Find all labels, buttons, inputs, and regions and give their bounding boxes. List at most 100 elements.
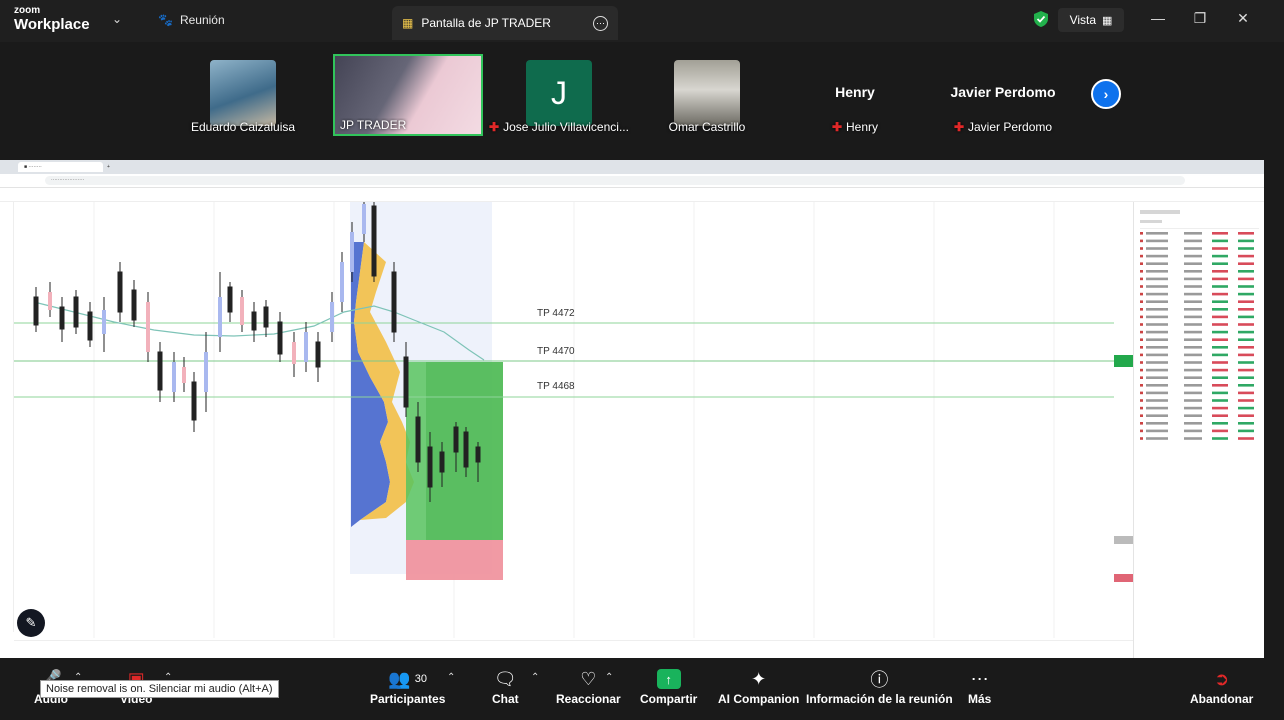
participant-big-name: Javier Perdomo bbox=[950, 84, 1056, 100]
watchlist-cell bbox=[1212, 247, 1228, 250]
share-button[interactable]: ↑ Compartir bbox=[640, 666, 697, 706]
watchlist-cell bbox=[1140, 361, 1143, 364]
watchlist-cell bbox=[1140, 247, 1143, 250]
shared-screen[interactable]: ■ ········ + ···················· TP 447… bbox=[0, 160, 1264, 658]
share-screen-tab[interactable]: ▦ Pantalla de JP TRADER ⋯ bbox=[392, 6, 618, 40]
leave-button[interactable]: ➲ Abandonar bbox=[1190, 666, 1253, 707]
watchlist-cell bbox=[1184, 270, 1202, 273]
watchlist-cell bbox=[1184, 277, 1202, 281]
logo-line2: Workplace bbox=[14, 16, 90, 33]
participant-tile[interactable]: Javier Perdomo ✚ Javier Perdomo bbox=[928, 54, 1078, 136]
paw-icon: 🐾 bbox=[158, 13, 173, 27]
watchlist-cell bbox=[1184, 429, 1202, 433]
watchlist-cell bbox=[1184, 422, 1202, 425]
chevron-up-icon[interactable]: ⌃ bbox=[531, 672, 539, 683]
watchlist-cell bbox=[1140, 239, 1143, 243]
chevron-up-icon[interactable]: ⌃ bbox=[605, 672, 613, 683]
watchlist-cell bbox=[1238, 323, 1254, 326]
more-options-icon[interactable]: ⋯ bbox=[593, 15, 608, 31]
pencil-icon[interactable]: ✎ bbox=[17, 609, 45, 637]
watchlist-cell bbox=[1140, 376, 1143, 379]
watchlist-cell bbox=[1238, 270, 1254, 273]
browser-tab: ■ ········ bbox=[18, 162, 103, 172]
watchlist-cell bbox=[1184, 384, 1202, 387]
more-button[interactable]: ⋯ Más bbox=[968, 666, 991, 707]
watchlist-cell bbox=[1146, 247, 1168, 250]
share-label: Compartir bbox=[640, 692, 698, 706]
watchlist-cell bbox=[1140, 300, 1143, 303]
leave-icon: ➲ bbox=[1214, 668, 1230, 689]
watchlist-cell bbox=[1184, 346, 1202, 349]
watchlist-cell bbox=[1212, 384, 1228, 387]
next-page-button[interactable]: › bbox=[1091, 79, 1121, 109]
watchlist-cell bbox=[1146, 353, 1168, 357]
watchlist-cell bbox=[1140, 315, 1143, 319]
mic-muted-icon: ✚ bbox=[831, 120, 843, 134]
watchlist-cell bbox=[1212, 270, 1228, 273]
avatar-initial: J bbox=[551, 74, 567, 111]
tp-label: TP 4470 bbox=[537, 346, 575, 357]
meeting-info-button[interactable]: ⓘ Información de la reunión bbox=[806, 666, 953, 706]
audio-tooltip: Noise removal is on. Silenciar mi audio … bbox=[40, 680, 279, 698]
restore-icon[interactable]: ❐ bbox=[1190, 10, 1210, 27]
watchlist-cell bbox=[1238, 254, 1254, 258]
participant-tile[interactable]: Omar Castrillo bbox=[632, 54, 782, 136]
zoom-logo[interactable]: zoom Workplace bbox=[14, 6, 90, 33]
watchlist-cell bbox=[1238, 285, 1254, 288]
watchlist-cell bbox=[1140, 406, 1143, 410]
watchlist-cell bbox=[1146, 346, 1168, 349]
watchlist-cell bbox=[1212, 391, 1228, 395]
watchlist-cell bbox=[1238, 315, 1254, 319]
participant-tile[interactable]: Eduardo Caizaluisa bbox=[168, 54, 318, 136]
sparkle-icon: ✦ bbox=[751, 668, 767, 689]
view-button[interactable]: Vista ▦ bbox=[1058, 8, 1124, 32]
watchlist-cell bbox=[1184, 368, 1202, 372]
watchlist-cell bbox=[1212, 239, 1228, 243]
watchlist-cell bbox=[1212, 308, 1228, 311]
watchlist-cell bbox=[1140, 391, 1143, 395]
participants-button[interactable]: 👥 30 Participantes bbox=[370, 666, 445, 707]
watchlist-cell bbox=[1238, 376, 1254, 379]
watchlist-cell bbox=[1238, 292, 1254, 296]
watchlist-cell bbox=[1212, 376, 1228, 379]
watchlist-cell bbox=[1146, 308, 1168, 311]
watchlist-cell bbox=[1184, 232, 1202, 235]
react-label: Reaccionar bbox=[556, 692, 621, 706]
security-shield-icon[interactable] bbox=[1032, 10, 1050, 28]
watchlist-cell bbox=[1146, 368, 1168, 372]
participants-icon-row: 👥 30 bbox=[388, 666, 427, 692]
watchlist-cell bbox=[1140, 232, 1143, 235]
watchlist-rows bbox=[1140, 210, 1259, 440]
participant-video bbox=[674, 60, 740, 126]
chevron-down-icon[interactable]: ⌄ bbox=[112, 12, 122, 26]
meeting-menu[interactable]: 🐾 Reunión bbox=[158, 13, 225, 27]
watchlist-cell bbox=[1146, 406, 1168, 410]
watchlist-cell bbox=[1140, 292, 1143, 296]
watchlist-cell bbox=[1212, 323, 1228, 326]
participant-video bbox=[210, 60, 276, 126]
watchlist-cell bbox=[1184, 361, 1202, 364]
watchlist-cell bbox=[1146, 239, 1168, 243]
share-screen-icon: ↑ bbox=[656, 669, 681, 689]
drawing-tools-sidebar bbox=[0, 202, 14, 632]
minimize-icon[interactable]: — bbox=[1148, 10, 1168, 26]
meeting-label: Reunión bbox=[179, 13, 225, 27]
ai-companion-button[interactable]: ✦ AI Companion bbox=[718, 666, 799, 707]
info-label: Información de la reunión bbox=[806, 692, 953, 706]
watchlist-cell bbox=[1146, 376, 1168, 379]
participant-tile[interactable]: J ✚ Jose Julio Villavicenci... bbox=[484, 54, 634, 136]
chevron-up-icon[interactable]: ⌃ bbox=[447, 672, 455, 683]
watchlist-cell bbox=[1212, 338, 1228, 341]
watchlist-cell bbox=[1140, 277, 1143, 281]
people-icon: 👥 bbox=[388, 668, 411, 689]
close-icon[interactable]: ✕ bbox=[1233, 10, 1253, 27]
watchlist-cell bbox=[1146, 414, 1168, 417]
chat-button[interactable]: 🗨 Chat bbox=[492, 666, 519, 707]
watchlist-cell bbox=[1238, 239, 1254, 243]
watchlist-cell bbox=[1212, 330, 1228, 334]
participant-tile-active[interactable]: JP TRADER bbox=[333, 54, 483, 136]
participant-tile[interactable]: Henry ✚ Henry bbox=[780, 54, 930, 136]
watchlist-cell bbox=[1238, 422, 1254, 425]
watchlist-cell bbox=[1212, 232, 1228, 235]
watchlist-cell bbox=[1146, 429, 1168, 433]
